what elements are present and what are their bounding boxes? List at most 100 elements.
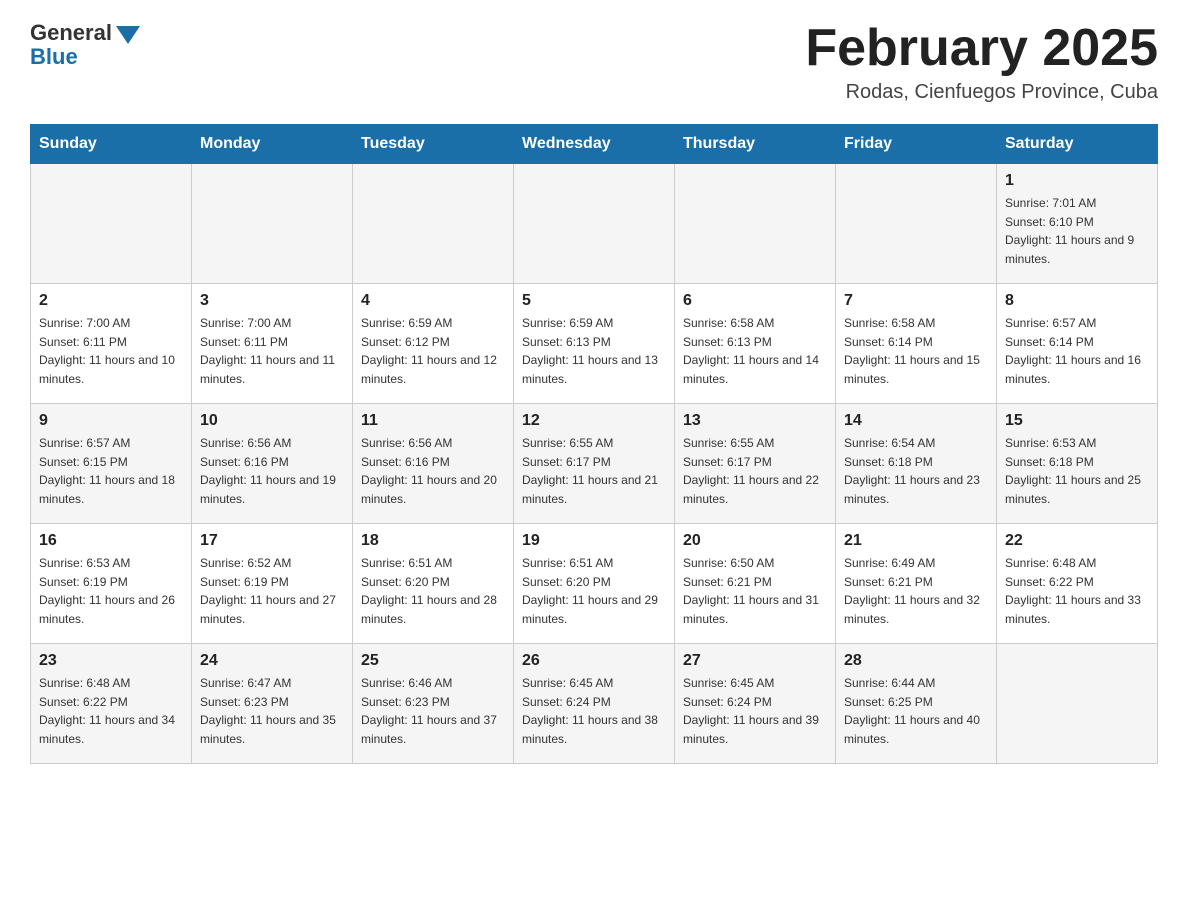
day-info: Sunrise: 6:54 AM Sunset: 6:18 PM Dayligh… [844, 434, 988, 508]
calendar-cell: 11 Sunrise: 6:56 AM Sunset: 6:16 PM Dayli… [353, 404, 514, 524]
day-number: 25 [361, 652, 505, 670]
day-info: Sunrise: 7:00 AM Sunset: 6:11 PM Dayligh… [39, 314, 183, 388]
calendar-week-3: 9 Sunrise: 6:57 AM Sunset: 6:15 PM Daylig… [31, 404, 1158, 524]
day-number: 17 [200, 532, 344, 550]
calendar-cell [514, 164, 675, 284]
calendar-table: Sunday Monday Tuesday Wednesday Thursday… [30, 124, 1158, 764]
col-thursday: Thursday [675, 125, 836, 164]
calendar-cell: 14 Sunrise: 6:54 AM Sunset: 6:18 PM Dayli… [836, 404, 997, 524]
day-number: 3 [200, 292, 344, 310]
day-number: 26 [522, 652, 666, 670]
day-number: 15 [1005, 412, 1149, 430]
calendar-week-4: 16 Sunrise: 6:53 AM Sunset: 6:19 PM Dayli… [31, 524, 1158, 644]
logo-blue-text: Blue [30, 44, 78, 70]
page-header: General Blue February 2025 Rodas, Cienfu… [30, 20, 1158, 104]
calendar-cell: 28Sunrise: 6:44 AM Sunset: 6:25 PM Dayli… [836, 644, 997, 764]
calendar-cell: 24 Sunrise: 6:47 AM Sunset: 6:23 PM Dayli… [192, 644, 353, 764]
day-info: Sunrise: 6:55 AM Sunset: 6:17 PM Dayligh… [522, 434, 666, 508]
day-number: 5 [522, 292, 666, 310]
day-number: 10 [200, 412, 344, 430]
day-number: 16 [39, 532, 183, 550]
calendar-cell [353, 164, 514, 284]
day-number: 11 [361, 412, 505, 430]
day-number: 4 [361, 292, 505, 310]
calendar-cell: 17 Sunrise: 6:52 AM Sunset: 6:19 PM Dayli… [192, 524, 353, 644]
calendar-cell: 13 Sunrise: 6:55 AM Sunset: 6:17 PM Dayli… [675, 404, 836, 524]
day-number: 14 [844, 412, 988, 430]
calendar-cell: 26 Sunrise: 6:45 AM Sunset: 6:24 PM Dayli… [514, 644, 675, 764]
day-info: Sunrise: 6:53 AM Sunset: 6:18 PM Dayligh… [1005, 434, 1149, 508]
day-number: 2 [39, 292, 183, 310]
calendar-cell: 23Sunrise: 6:48 AM Sunset: 6:22 PM Dayli… [31, 644, 192, 764]
calendar-cell: 18Sunrise: 6:51 AM Sunset: 6:20 PM Dayli… [353, 524, 514, 644]
calendar-cell: 12 Sunrise: 6:55 AM Sunset: 6:17 PM Dayli… [514, 404, 675, 524]
month-title: February 2025 [805, 20, 1158, 77]
logo: General Blue [30, 20, 140, 70]
location-subtitle: Rodas, Cienfuegos Province, Cuba [805, 81, 1158, 104]
logo-triangle-icon [116, 26, 140, 44]
day-info: Sunrise: 6:48 AM Sunset: 6:22 PM Dayligh… [1005, 554, 1149, 628]
day-info: Sunrise: 6:58 AM Sunset: 6:14 PM Dayligh… [844, 314, 988, 388]
day-number: 9 [39, 412, 183, 430]
calendar-cell: 5 Sunrise: 6:59 AM Sunset: 6:13 PM Daylig… [514, 284, 675, 404]
day-info: Sunrise: 6:59 AM Sunset: 6:12 PM Dayligh… [361, 314, 505, 388]
day-number: 12 [522, 412, 666, 430]
day-number: 20 [683, 532, 827, 550]
header-row: Sunday Monday Tuesday Wednesday Thursday… [31, 125, 1158, 164]
calendar-cell: 10 Sunrise: 6:56 AM Sunset: 6:16 PM Dayli… [192, 404, 353, 524]
col-tuesday: Tuesday [353, 125, 514, 164]
calendar-body: 1Sunrise: 7:01 AM Sunset: 6:10 PM Daylig… [31, 164, 1158, 764]
calendar-cell [675, 164, 836, 284]
day-info: Sunrise: 6:55 AM Sunset: 6:17 PM Dayligh… [683, 434, 827, 508]
day-number: 22 [1005, 532, 1149, 550]
day-info: Sunrise: 6:53 AM Sunset: 6:19 PM Dayligh… [39, 554, 183, 628]
calendar-cell [836, 164, 997, 284]
day-info: Sunrise: 6:51 AM Sunset: 6:20 PM Dayligh… [522, 554, 666, 628]
day-info: Sunrise: 7:00 AM Sunset: 6:11 PM Dayligh… [200, 314, 344, 388]
calendar-week-1: 1Sunrise: 7:01 AM Sunset: 6:10 PM Daylig… [31, 164, 1158, 284]
day-info: Sunrise: 6:47 AM Sunset: 6:23 PM Dayligh… [200, 674, 344, 748]
logo-general-text: General [30, 20, 112, 46]
col-wednesday: Wednesday [514, 125, 675, 164]
day-number: 27 [683, 652, 827, 670]
calendar-cell: 20 Sunrise: 6:50 AM Sunset: 6:21 PM Dayli… [675, 524, 836, 644]
calendar-cell: 16 Sunrise: 6:53 AM Sunset: 6:19 PM Dayli… [31, 524, 192, 644]
day-number: 19 [522, 532, 666, 550]
day-info: Sunrise: 6:50 AM Sunset: 6:21 PM Dayligh… [683, 554, 827, 628]
col-saturday: Saturday [997, 125, 1158, 164]
calendar-cell: 1Sunrise: 7:01 AM Sunset: 6:10 PM Daylig… [997, 164, 1158, 284]
calendar-cell [31, 164, 192, 284]
day-info: Sunrise: 6:46 AM Sunset: 6:23 PM Dayligh… [361, 674, 505, 748]
calendar-cell: 25 Sunrise: 6:46 AM Sunset: 6:23 PM Dayli… [353, 644, 514, 764]
day-number: 21 [844, 532, 988, 550]
col-monday: Monday [192, 125, 353, 164]
calendar-cell [192, 164, 353, 284]
day-info: Sunrise: 6:56 AM Sunset: 6:16 PM Dayligh… [200, 434, 344, 508]
day-number: 7 [844, 292, 988, 310]
col-sunday: Sunday [31, 125, 192, 164]
day-info: Sunrise: 6:57 AM Sunset: 6:15 PM Dayligh… [39, 434, 183, 508]
calendar-cell: 4 Sunrise: 6:59 AM Sunset: 6:12 PM Daylig… [353, 284, 514, 404]
title-section: February 2025 Rodas, Cienfuegos Province… [805, 20, 1158, 104]
calendar-cell: 3 Sunrise: 7:00 AM Sunset: 6:11 PM Daylig… [192, 284, 353, 404]
calendar-cell: 15 Sunrise: 6:53 AM Sunset: 6:18 PM Dayli… [997, 404, 1158, 524]
calendar-cell: 9 Sunrise: 6:57 AM Sunset: 6:15 PM Daylig… [31, 404, 192, 524]
day-info: Sunrise: 6:49 AM Sunset: 6:21 PM Dayligh… [844, 554, 988, 628]
calendar-cell: 22 Sunrise: 6:48 AM Sunset: 6:22 PM Dayli… [997, 524, 1158, 644]
day-info: Sunrise: 6:45 AM Sunset: 6:24 PM Dayligh… [522, 674, 666, 748]
day-number: 6 [683, 292, 827, 310]
day-info: Sunrise: 6:52 AM Sunset: 6:19 PM Dayligh… [200, 554, 344, 628]
day-number: 23 [39, 652, 183, 670]
calendar-cell: 8Sunrise: 6:57 AM Sunset: 6:14 PM Daylig… [997, 284, 1158, 404]
calendar-cell: 19 Sunrise: 6:51 AM Sunset: 6:20 PM Dayli… [514, 524, 675, 644]
calendar-cell: 2 Sunrise: 7:00 AM Sunset: 6:11 PM Daylig… [31, 284, 192, 404]
day-number: 28 [844, 652, 988, 670]
col-friday: Friday [836, 125, 997, 164]
day-info: Sunrise: 6:56 AM Sunset: 6:16 PM Dayligh… [361, 434, 505, 508]
calendar-cell: 21 Sunrise: 6:49 AM Sunset: 6:21 PM Dayli… [836, 524, 997, 644]
day-number: 8 [1005, 292, 1149, 310]
day-number: 24 [200, 652, 344, 670]
day-number: 13 [683, 412, 827, 430]
day-info: Sunrise: 6:59 AM Sunset: 6:13 PM Dayligh… [522, 314, 666, 388]
day-info: Sunrise: 6:58 AM Sunset: 6:13 PM Dayligh… [683, 314, 827, 388]
